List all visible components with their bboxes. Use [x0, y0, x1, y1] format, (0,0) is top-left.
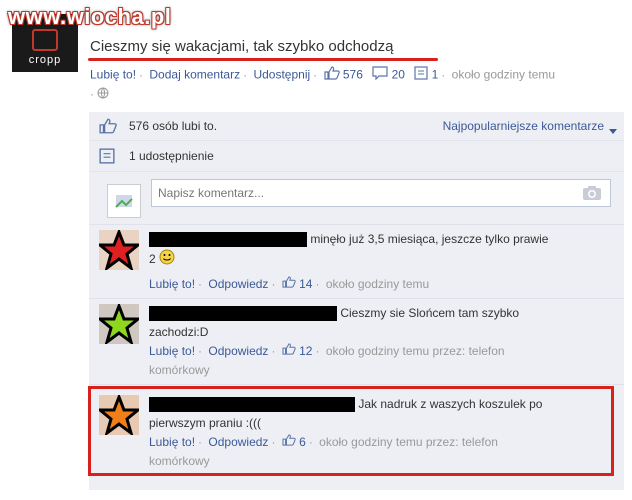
shares-text[interactable]: 1 udostępnienie [129, 149, 214, 163]
globe-icon [97, 87, 109, 102]
red-highlight-box [88, 386, 614, 476]
red-underline [88, 58, 438, 61]
reply-link[interactable]: Odpowiedz [208, 277, 268, 291]
user-avatar [107, 184, 141, 218]
comment-like-link[interactable]: Lubię to! [149, 277, 195, 291]
comment: minęło już 3,5 miesiąca, jeszcze tylko p… [89, 230, 624, 300]
comment-meta[interactable]: około godziny temu przez: telefon [326, 344, 505, 358]
comment-meta[interactable]: około godziny temu [326, 277, 429, 291]
commenter-avatar [99, 230, 139, 270]
comment: Cieszmy sie Slońcem tam szybko zachodzi:… [89, 304, 624, 384]
page-logo-text: cropp [28, 53, 62, 66]
likes-text[interactable]: 576 osób lubi to. [129, 119, 217, 133]
redacted-name [149, 306, 337, 322]
post-time[interactable]: około godziny temu [452, 68, 555, 82]
commenter-avatar [99, 304, 139, 344]
thumbs-up-icon [282, 275, 296, 294]
comment-bubble-icon [372, 66, 388, 83]
watermark: www.wiocha.pl [8, 4, 172, 29]
chevron-down-icon[interactable] [609, 123, 617, 138]
smiley-icon [159, 249, 175, 271]
comment-placeholder: Napisz komentarz... [158, 186, 265, 200]
likes-row: 576 osób lubi to. Najpopularniejsze kome… [89, 112, 624, 141]
like-link[interactable]: Lubię to! [90, 68, 136, 82]
comment-meta-cont: komórkowy [149, 363, 210, 378]
post-text: Cieszmy się wakacjami, tak szybko odchod… [90, 38, 394, 55]
reply-link[interactable]: Odpowiedz [208, 344, 268, 358]
comment-like-link[interactable]: Lubię to! [149, 344, 195, 358]
share-icon [99, 148, 115, 167]
thumbs-up-icon [323, 66, 340, 83]
add-comment-link[interactable]: Dodaj komentarz [149, 68, 240, 82]
thumbs-up-icon [282, 342, 296, 361]
comment-likes-count[interactable]: 14 [299, 277, 312, 291]
post-actions: Lubię to! · Dodaj komentarz · Udostępnij · … [90, 66, 556, 83]
comment-likes-count[interactable]: 12 [299, 344, 312, 358]
likes-count[interactable]: 576 [343, 68, 363, 82]
comment-text: minęło już 3,5 miesiąca, jeszcze tylko p… [310, 232, 549, 246]
thumbs-up-icon [99, 118, 117, 137]
redacted-name [149, 232, 307, 248]
comment-text-cont: zachodzi:D [149, 325, 209, 339]
camera-icon[interactable] [582, 185, 602, 204]
comment-input[interactable]: Napisz komentarz... [151, 179, 611, 207]
comment-text-cont: 2 [149, 252, 156, 267]
shares-count[interactable]: 1 [432, 68, 439, 82]
comments-count[interactable]: 20 [392, 68, 405, 82]
share-icon [414, 66, 428, 83]
post-meta-row: · [90, 87, 109, 102]
comment-text: Cieszmy sie Slońcem tam szybko [340, 306, 520, 320]
cropp-logo-icon [32, 28, 58, 51]
shares-row: 1 udostępnienie [89, 141, 624, 172]
sort-comments-dropdown[interactable]: Najpopularniejsze komentarze [443, 119, 604, 133]
share-link[interactable]: Udostępnij [253, 68, 310, 82]
